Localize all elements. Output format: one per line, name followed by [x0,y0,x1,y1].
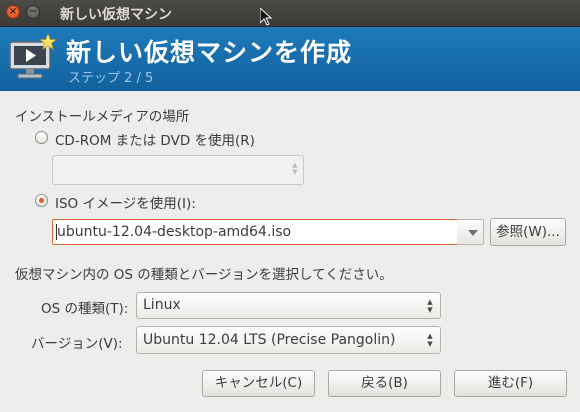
cancel-button[interactable]: キャンセル(C) [202,370,315,397]
iso-radio[interactable] [35,194,48,207]
iso-history-dropdown-button[interactable] [457,219,484,245]
cdrom-radio[interactable] [35,131,48,144]
iso-path-input[interactable]: ubuntu-12.04-desktop-amd64.iso [52,219,458,245]
wizard-header: 新しい仮想マシンを作成 ステップ 2 / 5 [0,27,580,91]
spin-updown-icon: ▲ ▼ [292,161,298,176]
spin-updown-icon: ▲ ▼ [427,332,433,348]
page-title: 新しい仮想マシンを作成 [66,38,353,67]
chevron-down-icon [468,230,478,236]
os-type-value: Linux [143,297,181,313]
os-type-select[interactable]: Linux ▲ ▼ [136,292,441,319]
close-window-button[interactable]: × [6,5,20,19]
os-prompt-label: 仮想マシン内の OS の種類とバージョンを選択してください。 [15,267,393,283]
minimize-window-button[interactable]: − [26,5,40,19]
mouse-pointer-icon [260,8,272,26]
cdrom-device-select: ▲ ▼ [52,155,304,185]
minimize-icon: − [28,6,38,17]
iso-radio-label[interactable]: ISO イメージを使用(I): [55,192,196,212]
virtual-machine-monitor-icon [9,34,58,79]
back-button[interactable]: 戻る(B) [328,370,441,397]
version-select[interactable]: Ubuntu 12.04 LTS (Precise Pangolin) ▲ ▼ [136,326,441,354]
cdrom-radio-label[interactable]: CD-ROM または DVD を使用(R) [55,129,255,149]
version-value: Ubuntu 12.04 LTS (Precise Pangolin) [143,332,396,348]
os-type-label: OS の種類(T): [41,301,129,317]
step-indicator: ステップ 2 / 5 [68,71,154,86]
forward-button[interactable]: 進む(F) [454,370,567,397]
version-label: バージョン(V): [31,336,123,352]
install-media-section-label: インストールメディアの場所 [15,109,190,125]
spin-updown-icon: ▲ ▼ [427,298,433,314]
close-icon: × [8,6,18,17]
window-titlebar[interactable]: × − 新しい仮想マシン [0,0,580,27]
iso-path-text: ubuntu-12.04-desktop-amd64.iso [57,224,292,240]
browse-button[interactable]: 参照(W)... [490,218,566,246]
window-title: 新しい仮想マシン [60,7,172,23]
